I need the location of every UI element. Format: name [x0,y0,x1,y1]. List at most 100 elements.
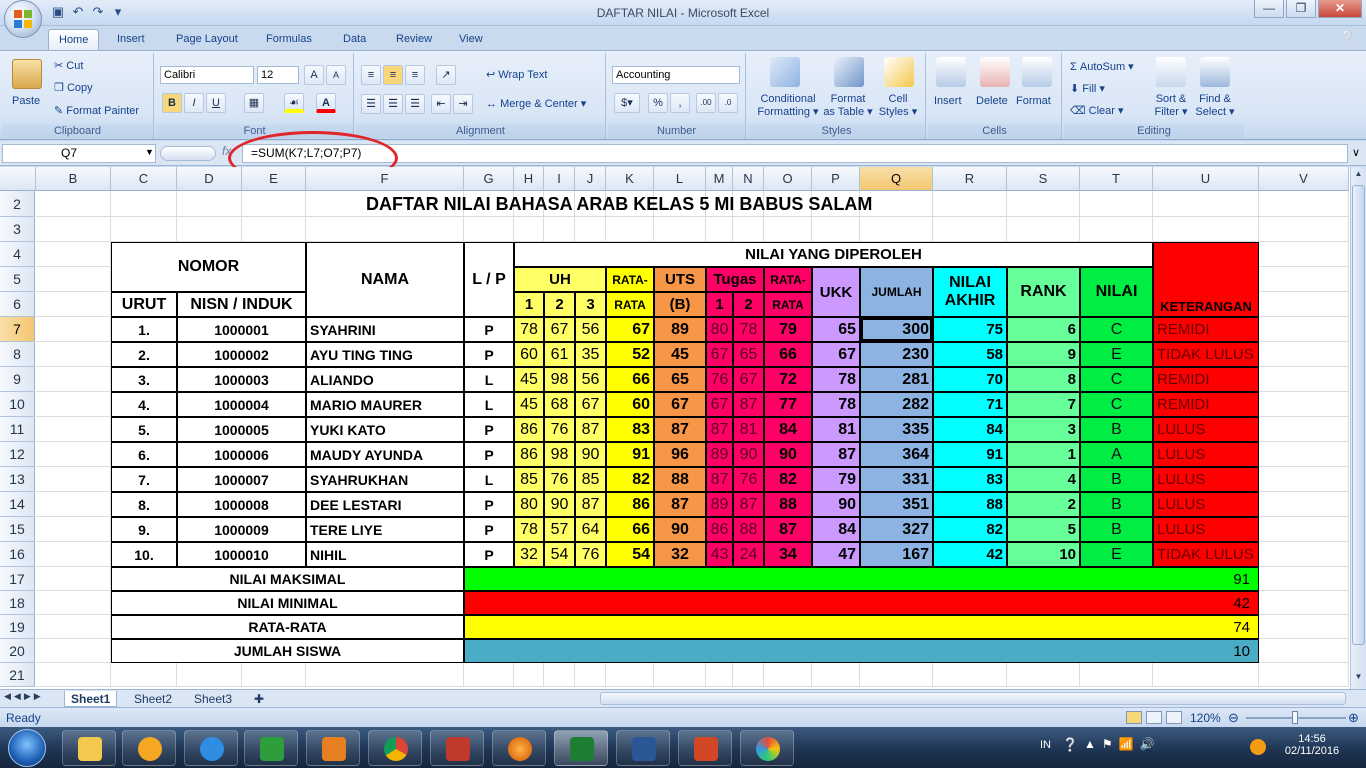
grid-cell[interactable] [36,567,111,591]
grid-cell[interactable] [36,442,111,467]
percent-icon[interactable]: % [648,93,668,113]
cell-uh2[interactable]: 76 [544,467,575,492]
cell-uh1[interactable]: 86 [514,417,544,442]
row-header-6[interactable]: 6 [0,292,35,317]
worksheet-grid[interactable]: B C D E F G H I J K L M N O P Q R S T U V 2 3 4 5 6 7 8 9 10 11 12 13 14 1… [0,167,1350,689]
cell-nilai[interactable]: C [1080,317,1153,342]
grid-cell[interactable] [111,217,177,242]
align-right-icon[interactable]: ☰ [405,94,425,114]
cell-jumlah[interactable]: 327 [860,517,933,542]
grid-cell[interactable] [464,217,514,242]
cell-t2[interactable]: 24 [733,542,764,567]
cell-t1[interactable]: 86 [706,517,733,542]
borders-icon[interactable]: ▦ [244,93,264,113]
grid-cell[interactable] [306,217,464,242]
sheet-tab-sheet2[interactable]: Sheet2 [128,691,178,707]
cell-nama[interactable]: NIHIL [306,542,464,567]
grid-cell[interactable] [242,217,306,242]
cell-t2[interactable]: 87 [733,392,764,417]
cell-t2[interactable]: 76 [733,467,764,492]
row-header-18[interactable]: 18 [0,591,35,615]
cell-uh3[interactable]: 90 [575,442,606,467]
taskbar-pdf[interactable] [430,730,484,766]
italic-icon[interactable]: I [184,93,204,113]
summary-value[interactable]: 42 [464,591,1259,615]
cell-nisn[interactable]: 1000004 [177,392,306,417]
taskbar-powerpoint[interactable] [678,730,732,766]
grid-cell[interactable] [1080,663,1153,687]
grid-cell[interactable] [933,217,1007,242]
cell-rank[interactable]: 10 [1007,542,1080,567]
column-header-g[interactable]: G [464,167,514,191]
summary-value[interactable]: 10 [464,639,1259,663]
cell-rank[interactable]: 6 [1007,317,1080,342]
copy-button[interactable]: ❐ Copy [54,81,93,94]
formula-input[interactable]: =SUM(K7;L7;O7;P7) [242,144,1348,163]
column-header-l[interactable]: L [654,167,706,191]
grid-cell[interactable] [575,217,606,242]
cell-rank[interactable]: 9 [1007,342,1080,367]
grid-cell[interactable] [575,663,606,687]
cell-uh1[interactable]: 80 [514,492,544,517]
cell-jumlah[interactable]: 300 [860,317,933,342]
grid-cell[interactable] [36,242,111,267]
grid-cell[interactable] [36,639,111,663]
grid-cell[interactable] [764,217,812,242]
cell-rank[interactable]: 2 [1007,492,1080,517]
cut-button[interactable]: ✂ Cut [54,59,83,72]
column-header-d[interactable]: D [177,167,242,191]
cell-rank[interactable]: 7 [1007,392,1080,417]
cell-jumlah[interactable]: 230 [860,342,933,367]
cell-jumlah[interactable]: 351 [860,492,933,517]
cell-uh1[interactable]: 45 [514,367,544,392]
cell-urut[interactable]: 5. [111,417,177,442]
underline-icon[interactable]: U [206,93,226,113]
header-nisn[interactable]: NISN / INDUK [177,292,306,317]
cell-nama[interactable]: AYU TING TING [306,342,464,367]
cell-jumlah[interactable]: 281 [860,367,933,392]
cell-uh1[interactable]: 86 [514,442,544,467]
cell-t2[interactable]: 90 [733,442,764,467]
decrease-indent-icon[interactable]: ⇤ [431,94,451,114]
header-uh[interactable]: UH [514,267,606,292]
cell-jumlah[interactable]: 167 [860,542,933,567]
grid-cell[interactable] [514,217,544,242]
clock[interactable]: 14:56 02/11/2016 [1282,733,1342,757]
cell-rata2[interactable]: 77 [764,392,812,417]
cell-t1[interactable]: 80 [706,317,733,342]
row-header-12[interactable]: 12 [0,442,35,467]
redo-icon[interactable]: ↷ [90,4,106,20]
grid-cell[interactable] [242,663,306,687]
cell-uh2[interactable]: 90 [544,492,575,517]
grid-cell[interactable] [36,217,111,242]
cell-urut[interactable]: 8. [111,492,177,517]
select-all-corner[interactable] [0,167,36,191]
vertical-scrollbar[interactable]: ▲ ▼ [1350,167,1366,689]
cell-t1[interactable]: 43 [706,542,733,567]
grid-cell[interactable] [733,663,764,687]
align-bottom-icon[interactable]: ≡ [405,65,425,85]
cell-nilai[interactable]: B [1080,517,1153,542]
grid-cell[interactable] [1259,591,1349,615]
header-ukk[interactable]: UKK [812,267,860,317]
name-box-dropdown-icon[interactable]: ▼ [145,147,154,157]
grid-cell[interactable] [514,663,544,687]
taskbar-paint[interactable] [740,730,794,766]
cell-uts[interactable]: 87 [654,492,706,517]
cell-ukk[interactable]: 81 [812,417,860,442]
cell-uh2[interactable]: 98 [544,367,575,392]
font-size-select[interactable]: 12 [257,66,299,84]
delete-cells-button[interactable]: Delete [976,95,1008,107]
cell-ukk[interactable]: 65 [812,317,860,342]
cell-t2[interactable]: 87 [733,492,764,517]
insert-sheet-icon[interactable]: ✚ [248,691,270,707]
row-header-9[interactable]: 9 [0,367,35,392]
currency-icon[interactable]: $▾ [614,93,640,113]
cell-uts[interactable]: 96 [654,442,706,467]
grid-cell[interactable] [1259,367,1349,392]
cell-uh2[interactable]: 68 [544,392,575,417]
column-header-q[interactable]: Q [860,167,933,191]
delete-cells-icon[interactable] [980,57,1010,87]
tray-app-icon[interactable] [1250,739,1266,755]
grid-cell[interactable] [1259,492,1349,517]
